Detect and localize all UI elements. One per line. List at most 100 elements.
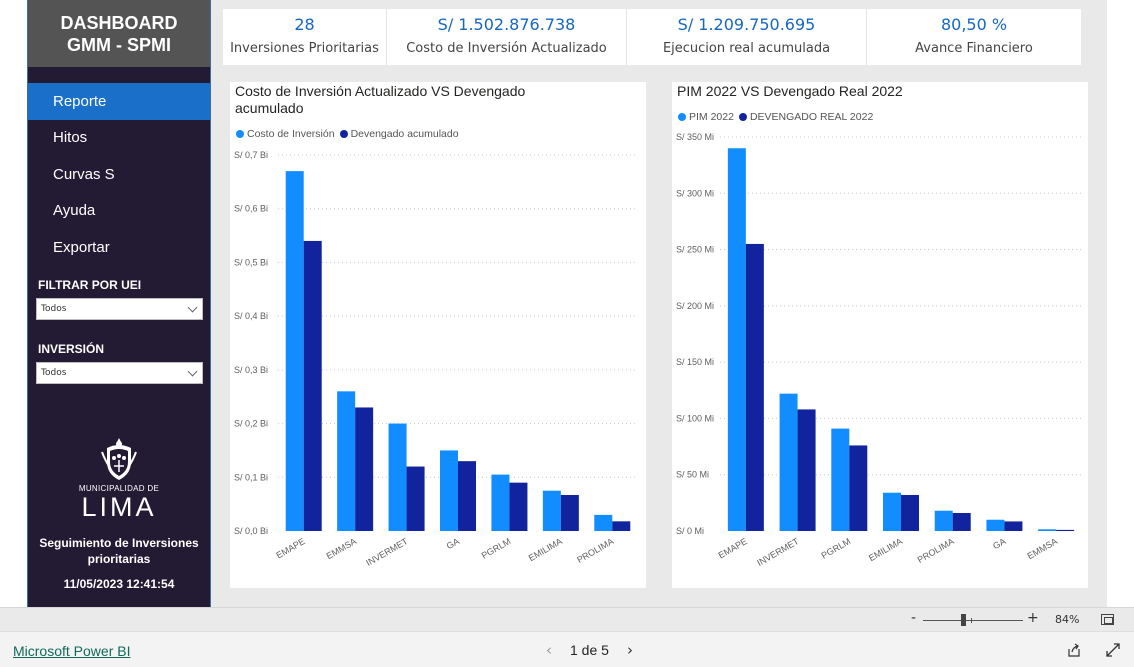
bar-primary[interactable] <box>594 514 613 531</box>
legend-entry[interactable]: PIM 2022 <box>678 111 734 123</box>
bar-primary[interactable] <box>1038 529 1057 531</box>
x-tick-label: GA <box>991 536 1007 551</box>
y-tick-label: S/ 0,1 Bi <box>234 472 268 482</box>
bar-primary[interactable] <box>831 428 850 531</box>
kpi-value: 28 <box>294 15 315 34</box>
legend-label: DEVENGADO REAL 2022 <box>749 111 874 123</box>
fullscreen-icon[interactable] <box>1105 642 1121 658</box>
bar-primary[interactable] <box>883 492 901 531</box>
bar-primary[interactable] <box>285 171 304 531</box>
sidebar-subtitle: Seguimiento de Inversiones prioritarias <box>39 536 199 566</box>
filter-inversion-dropdown[interactable]: Todos <box>36 362 203 384</box>
kpi-card-avance[interactable]: 80,50 % Avance Financiero <box>867 9 1081 65</box>
power-bi-link[interactable]: Microsoft Power BI <box>13 643 130 659</box>
kpi-card-costo[interactable]: S/ 1.502.876.738 Costo de Inversión Actu… <box>387 9 627 65</box>
kpi-strip: 28 Inversiones Prioritarias S/ 1.502.876… <box>223 9 1081 65</box>
bar-secondary[interactable] <box>612 521 631 531</box>
bar-secondary[interactable] <box>303 240 322 531</box>
y-tick-label: S/ 300 Mi <box>676 188 714 198</box>
chart-legend: PIM 2022 DEVENGADO REAL 2022 <box>678 111 878 123</box>
bar-primary[interactable] <box>337 391 356 531</box>
kpi-label: Ejecucion real acumulada <box>662 41 831 56</box>
bar-secondary[interactable] <box>849 445 868 531</box>
nav-item-curvas-s[interactable]: Curvas S <box>28 156 210 193</box>
zoom-percent: 84% <box>1055 613 1080 626</box>
filter-inversion-label: INVERSIÓN <box>38 342 105 356</box>
nav-item-ayuda[interactable]: Ayuda <box>28 193 210 230</box>
bar-secondary[interactable] <box>1004 521 1023 531</box>
bar-primary[interactable] <box>934 510 953 531</box>
y-tick-label: S/ 0,3 Bi <box>234 365 268 375</box>
kpi-label: Avance Financiero <box>915 41 1033 56</box>
bar-primary[interactable] <box>440 450 458 531</box>
chevron-down-icon <box>187 366 198 376</box>
bar-secondary[interactable] <box>560 495 579 531</box>
brand-title-line2: GMM - SPMI <box>67 34 171 55</box>
bar-secondary[interactable] <box>1056 529 1075 531</box>
nav-item-hitos[interactable]: Hitos <box>28 120 210 157</box>
y-tick-label: S/ 0,0 Bi <box>234 526 268 536</box>
y-tick-label: S/ 0 Mi <box>676 526 704 536</box>
zoom-slider-track[interactable] <box>923 620 1023 621</box>
kpi-card-inversiones[interactable]: 28 Inversiones Prioritarias <box>223 9 387 65</box>
zoom-out-button[interactable]: - <box>911 610 916 626</box>
legend-dot <box>339 130 348 138</box>
sidebar: DASHBOARD GMM - SPMI Reporte Hitos Curva… <box>27 0 211 607</box>
chart-title: Costo de Inversión Actualizado VS Deveng… <box>235 83 526 116</box>
filter-uei-label: FILTRAR POR UEI <box>38 278 142 292</box>
y-tick-label: S/ 0,2 Bi <box>234 419 268 429</box>
bar-secondary[interactable] <box>406 466 425 531</box>
x-tick-label: PGRLM <box>480 536 513 561</box>
filter-uei-dropdown[interactable]: Todos <box>36 298 203 320</box>
bar-secondary[interactable] <box>797 409 816 531</box>
chart-costo-vs-devengado[interactable]: S/ 0,0 Bi S/ 0,1 Bi S/ 0,2 Bi S/ 0,3 Bi S/ 0… <box>230 82 646 588</box>
y-tick-label: S/ 50 Mi <box>676 470 709 480</box>
legend-label: PIM 2022 <box>689 111 734 123</box>
dashboard-brand: DASHBOARD GMM - SPMI <box>28 0 210 67</box>
legend-entry[interactable]: Costo de Inversión <box>236 128 335 140</box>
previous-page-button[interactable]: ‹ <box>540 641 558 659</box>
x-tick-label: INVERMET <box>364 536 410 568</box>
x-tick-label: EMILIMA <box>527 536 564 563</box>
bar-primary[interactable] <box>491 474 510 531</box>
x-tick-label: PROLIMA <box>916 536 956 565</box>
chart-title: PIM 2022 VS Devengado Real 2022 <box>677 83 903 99</box>
bar-secondary[interactable] <box>458 461 476 531</box>
kpi-card-ejecucion[interactable]: S/ 1.209.750.695 Ejecucion real acumulad… <box>627 9 867 65</box>
legend-entry[interactable]: Devengado acumulado <box>339 128 459 140</box>
legend-entry[interactable]: DEVENGADO REAL 2022 <box>738 111 874 123</box>
y-tick-label: S/ 0,5 Bi <box>234 257 268 267</box>
filter-uei-value: Todos <box>41 304 67 314</box>
chart-pim-vs-devengado-real[interactable]: S/ 0 Mi S/ 50 Mi S/ 100 Mi S/ 150 Mi S/ 200 … <box>672 82 1088 588</box>
page-indicator: 1 de 5 <box>570 642 609 658</box>
bar-primary[interactable] <box>779 393 798 531</box>
fit-to-page-icon[interactable] <box>1101 614 1114 625</box>
bar-secondary[interactable] <box>355 407 374 531</box>
nav-item-exportar[interactable]: Exportar <box>28 229 210 266</box>
kpi-value: 80,50 % <box>940 15 1008 34</box>
share-icon[interactable] <box>1066 642 1082 658</box>
legend-dot <box>678 113 686 121</box>
zoom-slider-thumb[interactable] <box>961 614 966 626</box>
zoom-slider-tick <box>971 618 972 623</box>
legend-dot <box>236 130 244 138</box>
bar-secondary[interactable] <box>952 512 971 531</box>
y-tick-label: S/ 0,4 Bi <box>234 311 268 321</box>
chevron-down-icon <box>187 302 198 312</box>
bar-primary[interactable] <box>727 148 746 531</box>
bar-secondary[interactable] <box>745 243 764 531</box>
chart-svg: S/ 0,0 Bi S/ 0,1 Bi S/ 0,2 Bi S/ 0,3 Bi S/ 0… <box>234 150 638 568</box>
bar-secondary[interactable] <box>901 494 919 531</box>
y-tick-label: S/ 0,7 Bi <box>234 150 268 160</box>
bar-primary[interactable] <box>986 519 1005 531</box>
kpi-label: Costo de Inversión Actualizado <box>406 41 607 56</box>
nav-item-reporte[interactable]: Reporte <box>28 83 210 120</box>
next-page-button[interactable]: › <box>621 641 639 659</box>
sidebar-datetime: 11/05/2023 12:41:54 <box>63 577 175 591</box>
municipalidad-logo: MUNICIPALIDAD DE LIMA <box>28 436 210 521</box>
bar-primary[interactable] <box>388 423 407 531</box>
kpi-label: Inversiones Prioritarias <box>230 41 379 56</box>
zoom-in-button[interactable]: + <box>1027 610 1039 626</box>
bar-primary[interactable] <box>542 490 561 531</box>
bar-secondary[interactable] <box>509 482 528 531</box>
